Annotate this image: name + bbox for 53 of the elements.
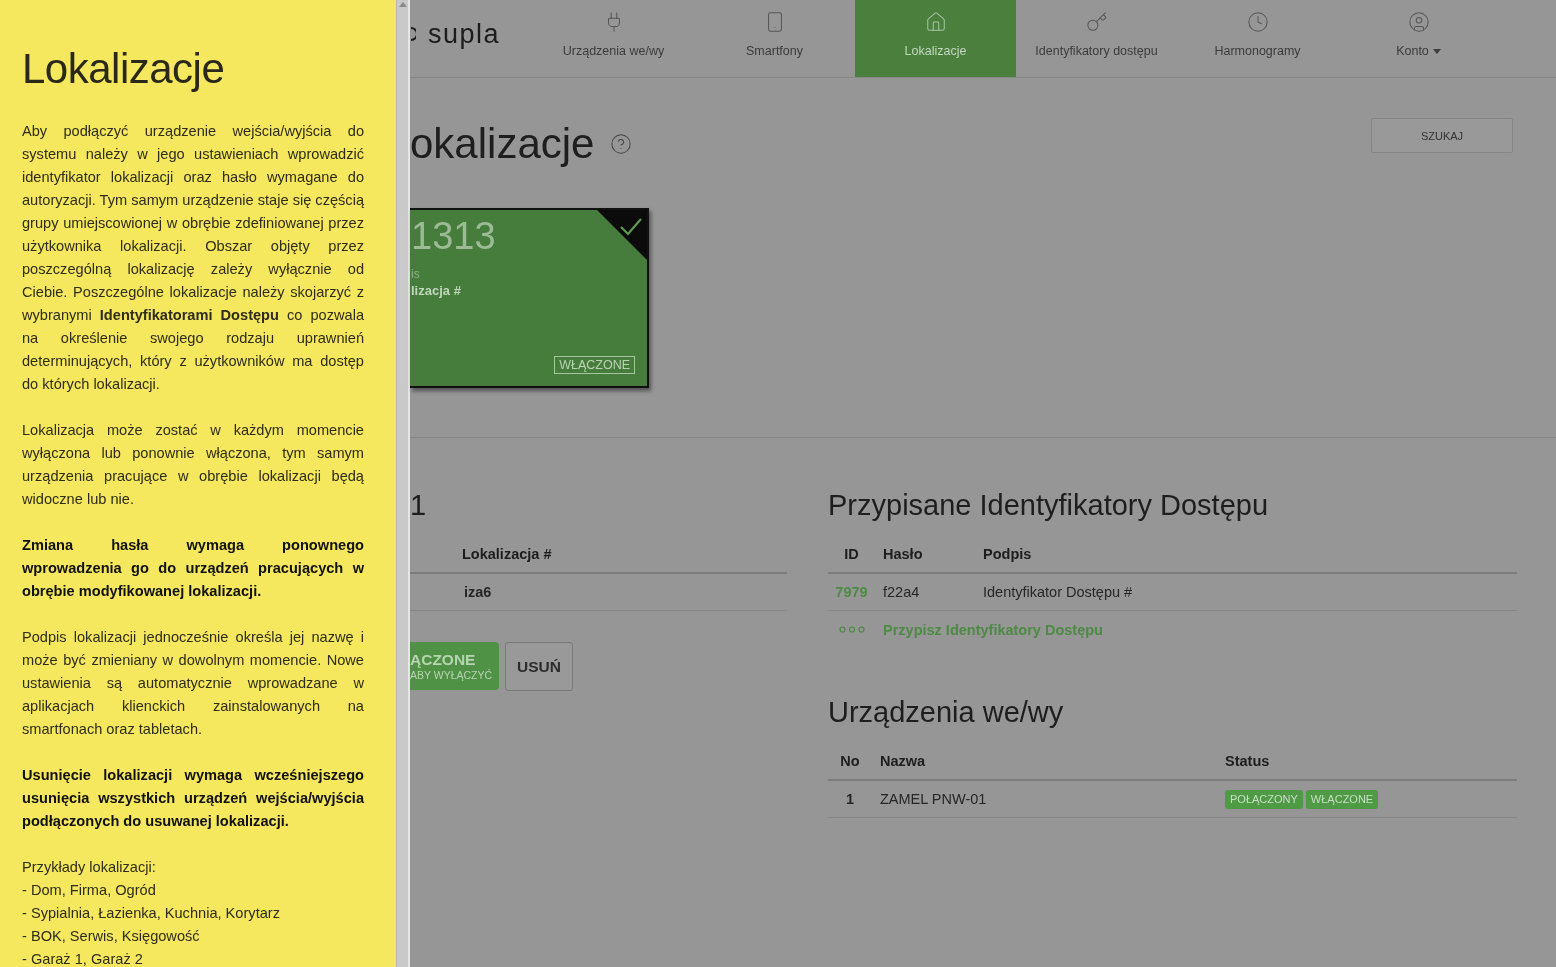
column-header: Podpis xyxy=(983,545,1032,562)
column-header: No xyxy=(840,752,860,769)
column-header: Lokalizacja # xyxy=(462,545,552,562)
nav-tab[interactable]: Identyfikatory dostępu xyxy=(1016,0,1177,77)
page-title: okalizacje xyxy=(410,119,595,169)
help-icon[interactable] xyxy=(610,133,633,155)
toggle-button[interactable]: ĄCZONE ABY WYŁĄCZYĆ xyxy=(410,642,499,690)
help-paragraph: Podpis lokalizacji jednocześnie określa jej nazwę i może być zmieniany w dowolnym momencie. Nowe ustawienia są automatycznie wprowadzane w aplikacjach klienckich zainstalowanych na smartfonach oraz tabletach. xyxy=(22,628,364,739)
table-cell: 1 xyxy=(845,791,855,807)
scroll-up-icon[interactable] xyxy=(398,2,407,7)
location-heading: 1 xyxy=(410,488,428,523)
scrollbar[interactable] xyxy=(396,0,410,967)
example-item: - Sypialnia, Łazienka, Kuchnia, Korytarz xyxy=(22,904,281,923)
logo-icon xyxy=(410,26,416,41)
table-cell: iza6 xyxy=(464,584,492,600)
example-item: - BOK, Serwis, Księgowość xyxy=(22,927,201,946)
help-paragraph: Lokalizacja może zostać w każdym momencie wyłączona lub ponownie włączona, tym samym urządzenia pracujące w obrębie lokalizacji będą widoczne lub nie. xyxy=(22,421,364,509)
key-icon xyxy=(1085,11,1108,33)
nav-tab[interactable]: Harmonogramy xyxy=(1177,0,1338,77)
examples-title: Przykłady lokalizacji: xyxy=(22,858,157,877)
table-cell: f22a4 xyxy=(883,584,920,600)
clock-icon xyxy=(1246,11,1269,33)
column-header: Status xyxy=(1225,752,1270,769)
nav-tab[interactable]: Lokalizacje xyxy=(855,0,1016,77)
column-header: Hasło xyxy=(883,545,923,562)
user-circle-icon xyxy=(1407,11,1430,33)
house-icon xyxy=(924,11,947,33)
location-id: 1313 xyxy=(411,214,496,258)
status-badge: WŁĄCZONE xyxy=(1305,789,1379,809)
logo-text: supla xyxy=(428,17,501,50)
location-caption-label: is xyxy=(411,266,420,282)
more-dots-icon xyxy=(838,626,865,633)
nav-tab[interactable]: Smartfony xyxy=(694,0,855,77)
column-header: ID xyxy=(844,545,859,562)
column-header: Nazwa xyxy=(880,752,926,769)
help-paragraph: Zmiana hasła wymaga ponownego wprowadzenia go do urządzeń pracujących w obrębie modyfikowanej lokalizacji. xyxy=(22,536,364,601)
help-title: Lokalizacje xyxy=(22,44,226,94)
status-badge: POŁĄCZONY xyxy=(1225,789,1303,809)
table-cell: Identyfikator Dostępu # xyxy=(983,584,1133,600)
section-heading: Przypisane Identyfikatory Dostępu xyxy=(828,488,1270,523)
help-paragraph: Aby podłączyć urządzenie wejścia/wyjścia do systemu należy w jego ustawieniach wprowadzić identyfikator lokalizacji oraz hasło wymagane do autoryzacji. Tym samym urządzenie staje się częścią grupy umiejscowionej w obrębie zdefiniowanej przez użytkownika lokalizacji. Obszar objęty przez poszczególną lokalizację zależy wyłącznie od Ciebie. Poszczególne lokalizacje należy skojarzyć z wybranymi Identyfikatorami Dostępu co pozwala na określenie swojego rodzaju uprawnień determinujących, który z użytkowników ma dostęp do których lokalizacji. xyxy=(22,122,364,394)
help-paragraph: Usunięcie lokalizacji wymaga wcześniejszego usunięcia wszystkich urządzeń wejścia/wyjścia podłączonych do usuwanej lokalizacji. xyxy=(22,766,364,831)
nav-tab[interactable]: Konto xyxy=(1338,0,1499,77)
example-item: - Garaż 1, Garaż 2 xyxy=(22,950,144,967)
location-card[interactable]: 1313 is lizacja # WŁĄCZONE xyxy=(410,208,649,388)
nav-tab[interactable]: Urządzenia we/wy xyxy=(533,0,694,77)
location-caption: lizacja # xyxy=(411,282,461,300)
section-heading: Urządzenia we/wy xyxy=(828,695,1065,730)
example-item: - Dom, Firma, Ogród xyxy=(22,881,157,900)
delete-button[interactable]: USUŃ xyxy=(505,642,573,691)
table-cell: ZAMEL PNW-01 xyxy=(880,791,987,807)
status-badge: WŁĄCZONE xyxy=(554,356,635,374)
search-button[interactable]: SZUKAJ xyxy=(1371,118,1513,153)
